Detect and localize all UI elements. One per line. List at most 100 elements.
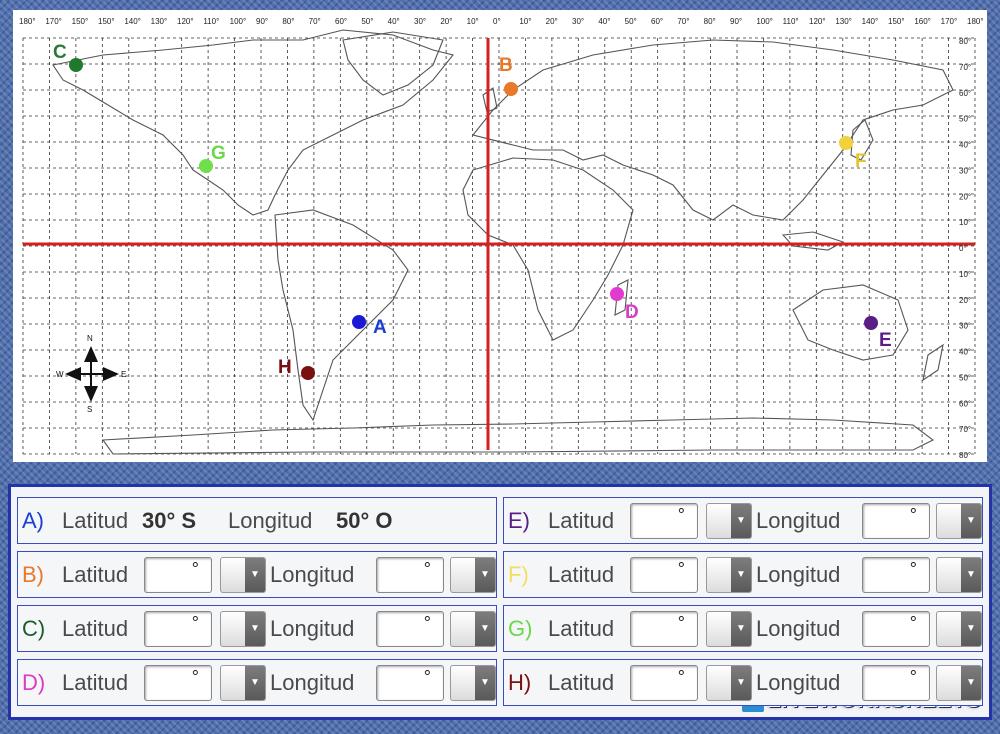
chevron-down-icon[interactable]: ▼	[961, 612, 981, 646]
row-e-longitude-label: Longitud	[756, 508, 841, 533]
row-e-longitude-degrees-input[interactable]: °	[862, 503, 930, 539]
longitude-tick-label: 120°	[809, 17, 826, 26]
map-grid	[22, 37, 976, 455]
row-e-latitude-label: Latitud	[548, 508, 615, 533]
chevron-down-icon[interactable]: ▼	[245, 612, 265, 646]
row-b-latitude-degrees-input[interactable]: °	[144, 557, 212, 593]
row-b-latitude-direction-select[interactable]: ▼	[220, 557, 266, 593]
degree-symbol: °	[677, 667, 685, 687]
row-d-letter: D)	[22, 670, 46, 695]
row-f-longitude-degrees-input[interactable]: °	[862, 557, 930, 593]
row-c-longitude-label: Longitud	[270, 616, 355, 641]
world-land-outline	[52, 29, 954, 455]
chevron-down-icon[interactable]: ▼	[961, 504, 981, 538]
degree-symbol: °	[909, 559, 917, 579]
row-c-letter: C)	[22, 616, 46, 641]
row-f-latitude-direction-select[interactable]: ▼	[706, 557, 752, 593]
row-d-latitude-label: Latitud	[62, 670, 129, 695]
row-g-longitude-degrees-input[interactable]: °	[862, 611, 930, 647]
longitude-tick-label: 90°	[730, 17, 742, 26]
chevron-down-icon[interactable]: ▼	[475, 612, 495, 646]
longitude-tick-label: 100°	[756, 17, 773, 26]
row-g-latitude-degrees-input[interactable]: °	[630, 611, 698, 647]
row-g-letter: G)	[508, 616, 533, 641]
row-f-longitude-direction-select[interactable]: ▼	[936, 557, 982, 593]
chevron-down-icon[interactable]: ▼	[731, 666, 751, 700]
latitude-tick-label: 80°	[959, 37, 971, 46]
latitude-tick-label: 10°	[959, 218, 971, 227]
chevron-down-icon[interactable]: ▼	[731, 504, 751, 538]
degree-symbol: °	[191, 613, 199, 633]
row-e-longitude-direction-select[interactable]: ▼	[936, 503, 982, 539]
longitude-tick-label: 70°	[309, 17, 321, 26]
latitude-scale: 80° 70° 60° 50° 40° 30° 20° 10° 0° 10° 20° 30° 40° 50…	[959, 37, 971, 460]
chevron-down-icon[interactable]: ▼	[961, 558, 981, 592]
row-g-longitude-direction-select[interactable]: ▼	[936, 611, 982, 647]
compass-e: E	[121, 370, 126, 379]
compass-n: N	[87, 334, 93, 343]
map-point-f	[839, 136, 853, 150]
chevron-down-icon[interactable]: ▼	[475, 666, 495, 700]
degree-symbol: °	[191, 559, 199, 579]
row-b-longitude-direction-select[interactable]: ▼	[450, 557, 496, 593]
row-d-longitude-degrees-input[interactable]: °	[376, 665, 444, 701]
longitude-tick-label: 20°	[546, 17, 558, 26]
chevron-down-icon[interactable]: ▼	[245, 558, 265, 592]
row-a-longitude-label: Longitud	[228, 508, 313, 533]
row-e-latitude-direction-select[interactable]: ▼	[706, 503, 752, 539]
degree-symbol: °	[191, 667, 199, 687]
row-h-latitude-degrees-input[interactable]: °	[630, 665, 698, 701]
row-c: C) Latitud ° ▼ Longitud ° ▼	[17, 605, 497, 652]
row-f-longitude-label: Longitud	[756, 562, 841, 587]
longitude-tick-label: 10°	[467, 17, 479, 26]
row-c-latitude-direction-select[interactable]: ▼	[220, 611, 266, 647]
world-map-panel: 180° 170° 150° 150° 140° 130° 120° 110° 100° 90° 8…	[13, 10, 987, 462]
row-g-longitude-label: Longitud	[756, 616, 841, 641]
longitude-tick-label: 30°	[572, 17, 584, 26]
degree-symbol: °	[677, 505, 685, 525]
row-h-longitude-degrees-input[interactable]: °	[862, 665, 930, 701]
latitude-tick-label: 80°	[959, 451, 971, 460]
row-g: G) Latitud ° ▼ Longitud ° ▼	[503, 605, 983, 652]
latitude-tick-label: 40°	[959, 141, 971, 150]
row-d-latitude-degrees-input[interactable]: °	[144, 665, 212, 701]
row-h-latitude-direction-select[interactable]: ▼	[706, 665, 752, 701]
chevron-down-icon[interactable]: ▼	[245, 666, 265, 700]
map-point-d	[610, 287, 624, 301]
longitude-tick-label: 20°	[440, 17, 452, 26]
row-f: F) Latitud ° ▼ Longitud ° ▼	[503, 551, 983, 598]
chevron-down-icon[interactable]: ▼	[731, 558, 751, 592]
latitude-tick-label: 60°	[959, 89, 971, 98]
longitude-tick-label: 110°	[783, 17, 799, 26]
row-d: D) Latitud ° ▼ Longitud ° ▼	[17, 659, 497, 706]
row-a-latitude-label: Latitud	[62, 508, 129, 533]
row-a-longitude-value: 50° O	[336, 508, 393, 533]
chevron-down-icon[interactable]: ▼	[731, 612, 751, 646]
row-b-longitude-degrees-input[interactable]: °	[376, 557, 444, 593]
longitude-tick-label: 80°	[704, 17, 716, 26]
map-point-label-g: G	[211, 143, 226, 164]
row-e-latitude-degrees-input[interactable]: °	[630, 503, 698, 539]
compass-s: S	[87, 405, 92, 414]
chevron-down-icon[interactable]: ▼	[961, 666, 981, 700]
row-d-latitude-direction-select[interactable]: ▼	[220, 665, 266, 701]
row-c-latitude-degrees-input[interactable]: °	[144, 611, 212, 647]
row-h-longitude-direction-select[interactable]: ▼	[936, 665, 982, 701]
longitude-tick-label: 150°	[888, 17, 905, 26]
row-f-latitude-degrees-input[interactable]: °	[630, 557, 698, 593]
row-h: H) Latitud ° ▼ Longitud ° ▼	[503, 659, 983, 706]
row-d-longitude-direction-select[interactable]: ▼	[450, 665, 496, 701]
longitude-tick-label: 140°	[124, 17, 141, 26]
degree-symbol: °	[423, 613, 431, 633]
chevron-down-icon[interactable]: ▼	[475, 558, 495, 592]
longitude-tick-label: 70°	[677, 17, 689, 26]
latitude-tick-label: 0°	[959, 244, 967, 253]
row-b-latitude-label: Latitud	[62, 562, 129, 587]
row-c-longitude-direction-select[interactable]: ▼	[450, 611, 496, 647]
row-d-longitude-label: Longitud	[270, 670, 355, 695]
longitude-tick-label: 110°	[203, 17, 219, 26]
row-c-longitude-degrees-input[interactable]: °	[376, 611, 444, 647]
map-point-label-b: B	[499, 55, 513, 76]
row-a-example: A) Latitud 30° S Longitud 50° O	[17, 497, 497, 544]
row-g-latitude-direction-select[interactable]: ▼	[706, 611, 752, 647]
